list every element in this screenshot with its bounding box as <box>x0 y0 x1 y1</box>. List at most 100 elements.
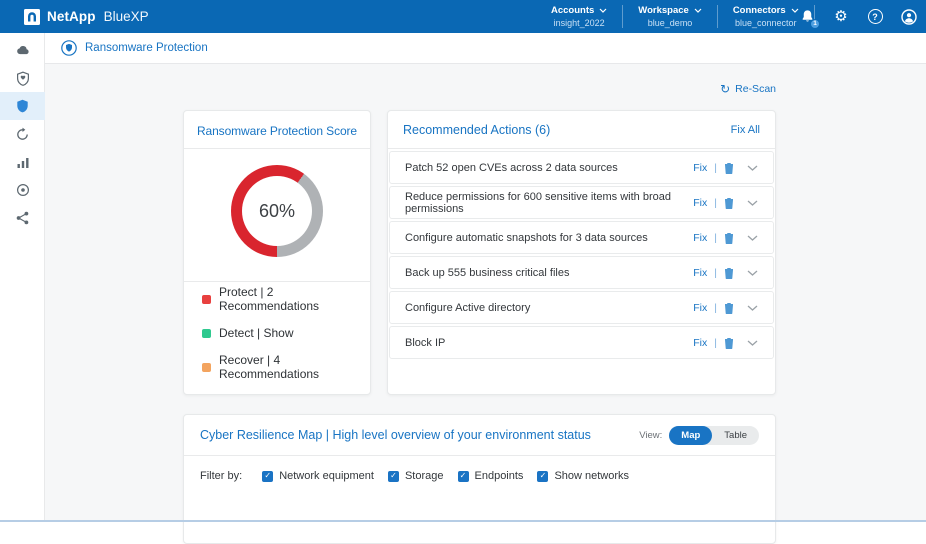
trash-icon <box>724 302 734 314</box>
sidebar-item-restore[interactable] <box>0 120 45 148</box>
brand-product: BlueXP <box>104 9 149 24</box>
checkbox-checked-icon[interactable]: ✓ <box>388 471 399 482</box>
trash-icon <box>724 162 734 174</box>
expand-button[interactable] <box>747 165 758 171</box>
filter-checkbox-group[interactable]: ✓ Show networks <box>537 470 629 482</box>
shield-check-icon <box>16 71 30 86</box>
brand: NetApp BlueXP <box>24 0 149 33</box>
delete-button[interactable] <box>724 337 734 349</box>
workspace-menu[interactable]: Workspace blue_demo <box>623 5 718 28</box>
legend-item[interactable]: Recover | 4 Recommendations <box>202 350 370 384</box>
separator: | <box>714 197 717 209</box>
filter-by-label: Filter by: <box>200 470 242 482</box>
expand-button[interactable] <box>747 340 758 346</box>
delete-button[interactable] <box>724 232 734 244</box>
rescan-button[interactable]: ↻ Re-Scan <box>720 83 776 95</box>
fix-button[interactable]: Fix <box>693 302 707 314</box>
user-icon <box>901 9 917 25</box>
delete-button[interactable] <box>724 302 734 314</box>
fix-button[interactable]: Fix <box>693 162 707 174</box>
separator: | <box>714 302 717 314</box>
rescan-label: Re-Scan <box>735 83 776 95</box>
delete-button[interactable] <box>724 267 734 279</box>
filter-checkbox-group[interactable]: ✓ Network equipment <box>262 470 374 482</box>
chevron-down-icon <box>599 8 607 13</box>
protection-score-donut: 60% <box>231 165 323 257</box>
legend-item[interactable]: Detect | Show <box>202 316 370 350</box>
legend-label: Detect | Show <box>219 326 293 340</box>
view-toggle: View: Map Table <box>639 426 759 445</box>
checkbox-checked-icon[interactable]: ✓ <box>458 471 469 482</box>
map-card-header: Cyber Resilience Map | High level overvi… <box>184 415 775 456</box>
sidebar-item-ransomware-protection[interactable] <box>0 92 45 120</box>
filter-checkbox-group[interactable]: ✓ Storage <box>388 470 444 482</box>
score-value: 60% <box>259 201 295 222</box>
action-row: Configure automatic snapshots for 3 data… <box>389 221 774 254</box>
fix-button[interactable]: Fix <box>693 337 707 349</box>
share-icon <box>16 211 29 225</box>
notification-badge: 1 <box>810 19 820 29</box>
view-option[interactable]: Table <box>712 426 759 445</box>
sidebar-item-analytics[interactable] <box>0 148 45 176</box>
divider <box>184 148 370 149</box>
chevron-down-icon <box>747 165 758 171</box>
sidebar-item-cloud[interactable] <box>0 36 45 64</box>
ransomware-protection-icon <box>61 40 77 56</box>
score-legend: Protect | 2 Recommendations Detect | Sho… <box>184 282 370 384</box>
checkbox-checked-icon[interactable]: ✓ <box>262 471 273 482</box>
action-label: Configure Active directory <box>405 302 530 314</box>
action-label: Configure automatic snapshots for 3 data… <box>405 232 648 244</box>
connectors-menu-label: Connectors <box>733 5 786 16</box>
fix-button[interactable]: Fix <box>693 267 707 279</box>
workspace-menu-value: blue_demo <box>638 18 702 28</box>
fix-button[interactable]: Fix <box>693 197 707 209</box>
separator: | <box>714 337 717 349</box>
view-option[interactable]: Map <box>669 426 712 445</box>
map-card-title: Cyber Resilience Map | High level overvi… <box>200 428 591 442</box>
filter-row: Filter by: ✓ Network equipment ✓ Storage… <box>184 456 775 482</box>
action-label: Back up 555 business critical files <box>405 267 569 279</box>
chevron-down-icon <box>747 200 758 206</box>
view-pill: Map Table <box>669 426 759 445</box>
action-row: Block IP Fix | <box>389 326 774 359</box>
action-label: Reduce permissions for 600 sensitive ite… <box>405 191 693 215</box>
user-menu-button[interactable] <box>900 8 918 26</box>
ransomware-shield-icon <box>16 99 29 113</box>
header-menus: Accounts insight_2022 Workspace blue_dem… <box>536 0 815 33</box>
fix-button[interactable]: Fix <box>693 232 707 244</box>
delete-button[interactable] <box>724 197 734 209</box>
legend-swatch <box>202 363 211 372</box>
actions-card-header: Recommended Actions (6) Fix All <box>388 111 775 149</box>
fix-all-button[interactable]: Fix All <box>731 124 760 136</box>
accounts-menu[interactable]: Accounts insight_2022 <box>536 5 623 28</box>
action-label: Patch 52 open CVEs across 2 data sources <box>405 162 618 174</box>
accounts-menu-label: Accounts <box>551 5 594 16</box>
notifications-button[interactable]: 1 <box>798 8 816 26</box>
filter-option-label: Network equipment <box>279 470 374 482</box>
delete-button[interactable] <box>724 162 734 174</box>
sidebar-item-protection[interactable] <box>0 64 45 92</box>
expand-button[interactable] <box>747 200 758 206</box>
action-row: Back up 555 business critical files Fix … <box>389 256 774 289</box>
connectors-menu-value: blue_connector <box>733 18 799 28</box>
cyber-resilience-map-card: Cyber Resilience Map | High level overvi… <box>183 414 776 544</box>
help-button[interactable]: ? <box>866 8 884 26</box>
filter-option-label: Show networks <box>554 470 629 482</box>
expand-button[interactable] <box>747 270 758 276</box>
expand-button[interactable] <box>747 235 758 241</box>
action-controls: Fix | <box>693 232 758 244</box>
chevron-down-icon <box>747 270 758 276</box>
filter-checkbox-group[interactable]: ✓ Endpoints <box>458 470 524 482</box>
sidebar-item-share[interactable] <box>0 204 45 232</box>
top-header: NetApp BlueXP Accounts insight_2022 Work… <box>0 0 926 33</box>
check-mark: ✓ <box>264 472 271 480</box>
sidebar-item-governance[interactable] <box>0 176 45 204</box>
checkbox-checked-icon[interactable]: ✓ <box>537 471 548 482</box>
expand-button[interactable] <box>747 305 758 311</box>
action-label: Block IP <box>405 337 445 349</box>
refresh-icon: ↻ <box>720 83 730 95</box>
filter-option-label: Endpoints <box>475 470 524 482</box>
settings-button[interactable]: ⚙ <box>832 8 850 26</box>
score-card-title: Ransomware Protection Score <box>184 124 370 138</box>
legend-item[interactable]: Protect | 2 Recommendations <box>202 282 370 316</box>
